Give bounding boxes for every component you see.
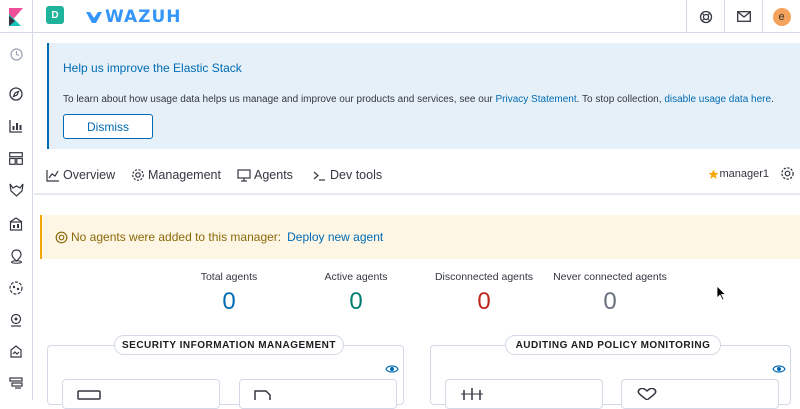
stat-active-agents[interactable]: Active agents 0: [316, 271, 396, 316]
maps-icon[interactable]: [8, 248, 24, 264]
canvas-icon[interactable]: [8, 216, 24, 232]
privacy-statement-link[interactable]: Privacy Statement: [496, 94, 577, 105]
space-avatar[interactable]: D: [46, 6, 64, 24]
mail-icon[interactable]: [724, 0, 762, 33]
security-information-panel: SECURITY INFORMATION MANAGEMENT: [47, 335, 404, 409]
help-icon: [55, 231, 68, 243]
visualize-icon[interactable]: [8, 118, 24, 134]
eye-icon[interactable]: [385, 363, 399, 375]
brand-name: WAZUH: [105, 7, 182, 27]
manager-selector[interactable]: manager1: [708, 168, 769, 180]
settings-gear-icon[interactable]: [780, 166, 796, 182]
stat-label: Total agents: [200, 271, 258, 283]
tab-overview[interactable]: Overview: [46, 167, 115, 183]
module-card[interactable]: [62, 379, 220, 409]
help-icon[interactable]: [686, 0, 724, 33]
gear-icon: [132, 169, 144, 181]
no-agents-text: No agents were added to this manager:: [71, 230, 282, 244]
disable-usage-data-link[interactable]: disable usage data here: [664, 94, 771, 105]
tab-dev-tools[interactable]: Dev tools: [313, 167, 382, 183]
panel-title: SECURITY INFORMATION MANAGEMENT: [114, 335, 344, 355]
heart-icon: [637, 388, 657, 400]
dismiss-button[interactable]: Dismiss: [63, 114, 153, 139]
stat-label: Active agents: [324, 271, 388, 283]
overview-icon: [46, 169, 59, 182]
recent-icon[interactable]: [8, 46, 24, 62]
stat-value: 0: [222, 288, 236, 315]
no-agents-callout: No agents were added to this manager: De…: [40, 215, 800, 259]
auditing-policy-panel: AUDITING AND POLICY MONITORING: [430, 335, 791, 409]
management-icon[interactable]: [8, 376, 24, 392]
side-nav: [0, 33, 33, 400]
stat-never-connected-agents[interactable]: Never connected agents 0: [549, 271, 671, 316]
stat-value: 0: [477, 288, 491, 315]
module-card[interactable]: [621, 379, 779, 409]
star-icon: [708, 169, 719, 179]
console-icon: [313, 171, 325, 181]
wazuh-icon[interactable]: [8, 182, 24, 198]
tab-agents[interactable]: Agents: [237, 167, 293, 183]
module-icon: [77, 390, 101, 400]
callout-title: Help us improve the Elastic Stack: [63, 61, 242, 75]
uptime-icon[interactable]: [8, 344, 24, 360]
apm-icon[interactable]: [8, 312, 24, 328]
wazuh-brand[interactable]: WAZUH: [86, 6, 182, 28]
wazuh-logo-icon: [86, 12, 102, 23]
stat-label: Never connected agents: [553, 271, 667, 283]
module-card[interactable]: [239, 379, 397, 409]
stat-label: Disconnected agents: [434, 271, 534, 283]
dashboard-icon[interactable]: [8, 150, 24, 166]
ml-icon[interactable]: [8, 280, 24, 296]
module-card[interactable]: [445, 379, 603, 409]
discover-icon[interactable]: [8, 86, 24, 102]
tab-management[interactable]: Management: [131, 167, 221, 183]
callout-body: To learn about how usage data helps us m…: [63, 94, 774, 105]
deploy-new-agent-link[interactable]: Deploy new agent: [287, 230, 383, 244]
user-avatar: e: [772, 7, 791, 26]
policy-icon: [461, 388, 483, 400]
main-content: Help us improve the Elastic Stack To lea…: [34, 33, 800, 409]
kibana-logo-icon[interactable]: [0, 0, 33, 33]
panel-title: AUDITING AND POLICY MONITORING: [505, 335, 721, 355]
document-icon: [254, 390, 271, 400]
user-menu[interactable]: e: [762, 0, 800, 33]
telemetry-callout: Help us improve the Elastic Stack To lea…: [47, 43, 800, 149]
stat-value: 0: [349, 288, 363, 315]
stat-value: 0: [603, 288, 617, 315]
stat-total-agents[interactable]: Total agents 0: [189, 271, 269, 316]
main-tabs: Overview Management Agents Dev tools man…: [34, 157, 800, 195]
top-bar: D WAZUH e: [0, 0, 800, 33]
stat-disconnected-agents[interactable]: Disconnected agents 0: [429, 271, 539, 316]
eye-icon[interactable]: [772, 363, 786, 375]
manager-name: manager1: [719, 168, 769, 180]
mouse-cursor-icon: [716, 285, 727, 301]
monitor-icon: [237, 168, 251, 182]
